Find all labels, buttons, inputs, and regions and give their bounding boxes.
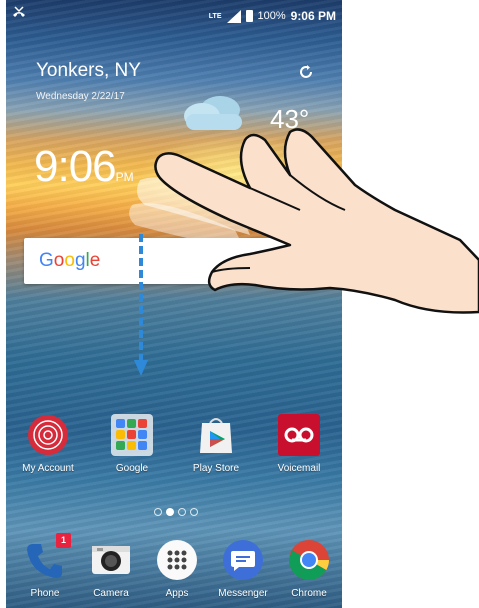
swipe-hand-illustration	[129, 128, 479, 314]
